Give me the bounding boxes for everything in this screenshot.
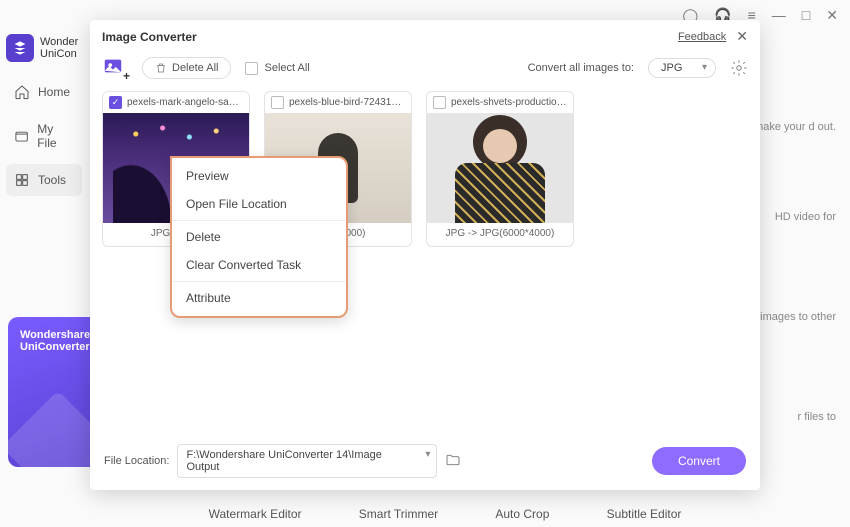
card-thumbnail[interactable]: [427, 113, 573, 223]
convert-all-label: Convert all images to:: [528, 62, 634, 74]
modal-title: Image Converter: [102, 30, 197, 44]
ctx-preview[interactable]: Preview: [172, 162, 346, 190]
feedback-link[interactable]: Feedback: [678, 31, 726, 43]
minimize-icon[interactable]: —: [772, 7, 786, 23]
footer-tool-autocrop[interactable]: Auto Crop: [495, 507, 549, 521]
card-filename: pexels-blue-bird-7243156...: [289, 97, 405, 108]
card-checkbox[interactable]: [109, 96, 122, 109]
bg-text-snippet: HD video for: [775, 210, 836, 224]
ctx-clear-converted[interactable]: Clear Converted Task: [172, 251, 346, 279]
select-all-checkbox[interactable]: Select All: [245, 62, 309, 75]
footer-tool-watermark[interactable]: Watermark Editor: [209, 507, 302, 521]
card-filename: pexels-mark-angelo-sam...: [127, 97, 243, 108]
sidebar-item-label: Home: [38, 85, 70, 99]
open-folder-icon[interactable]: [445, 452, 463, 470]
brand: Wonder UniCon: [6, 34, 82, 62]
card-checkbox[interactable]: [433, 96, 446, 109]
format-select[interactable]: JPG: [648, 58, 716, 78]
divider: [172, 281, 346, 282]
ctx-attribute[interactable]: Attribute: [172, 284, 346, 312]
settings-icon[interactable]: [730, 59, 748, 77]
file-location-select[interactable]: F:\Wondershare UniConverter 14\Image Out…: [177, 444, 437, 478]
plus-icon: +: [123, 69, 130, 83]
delete-all-button[interactable]: Delete All: [142, 57, 231, 79]
sidebar-item-myfile[interactable]: My File: [6, 114, 82, 158]
card-checkbox[interactable]: [271, 96, 284, 109]
divider: [172, 220, 346, 221]
ctx-delete[interactable]: Delete: [172, 223, 346, 251]
card-meta: JPG -> JPG(6000*4000): [427, 223, 573, 246]
footer-tool-trimmer[interactable]: Smart Trimmer: [359, 507, 438, 521]
brand-logo: [6, 34, 34, 62]
modal-header: Image Converter Feedback ✕: [90, 20, 760, 49]
sidebar-item-label: My File: [37, 122, 74, 150]
modal-toolbar: + Delete All Select All Convert all imag…: [90, 49, 760, 91]
sidebar-item-label: Tools: [38, 173, 66, 187]
footer-tool-subtitle[interactable]: Subtitle Editor: [607, 507, 682, 521]
maximize-icon[interactable]: □: [802, 7, 810, 23]
card-filename: pexels-shvets-production...: [451, 97, 567, 108]
add-images-button[interactable]: +: [102, 55, 128, 81]
sidebar-item-tools[interactable]: Tools: [6, 164, 82, 196]
image-card[interactable]: pexels-shvets-production... JPG -> JPG(6…: [426, 91, 574, 247]
close-app-icon[interactable]: ✕: [826, 7, 838, 24]
bg-text-snippet: r files to: [797, 410, 836, 424]
file-location-label: File Location:: [104, 455, 169, 467]
footer-tools: Watermark Editor Smart Trimmer Auto Crop…: [0, 507, 850, 521]
brand-text: Wonder UniCon: [40, 36, 78, 60]
context-menu: Preview Open File Location Delete Clear …: [170, 156, 348, 318]
close-icon[interactable]: ✕: [736, 28, 748, 45]
ctx-open-file-location[interactable]: Open File Location: [172, 190, 346, 218]
modal-footer: File Location: F:\Wondershare UniConvert…: [90, 436, 760, 490]
sidebar-item-home[interactable]: Home: [6, 76, 82, 108]
checkbox-icon: [245, 62, 258, 75]
convert-button[interactable]: Convert: [652, 447, 746, 475]
